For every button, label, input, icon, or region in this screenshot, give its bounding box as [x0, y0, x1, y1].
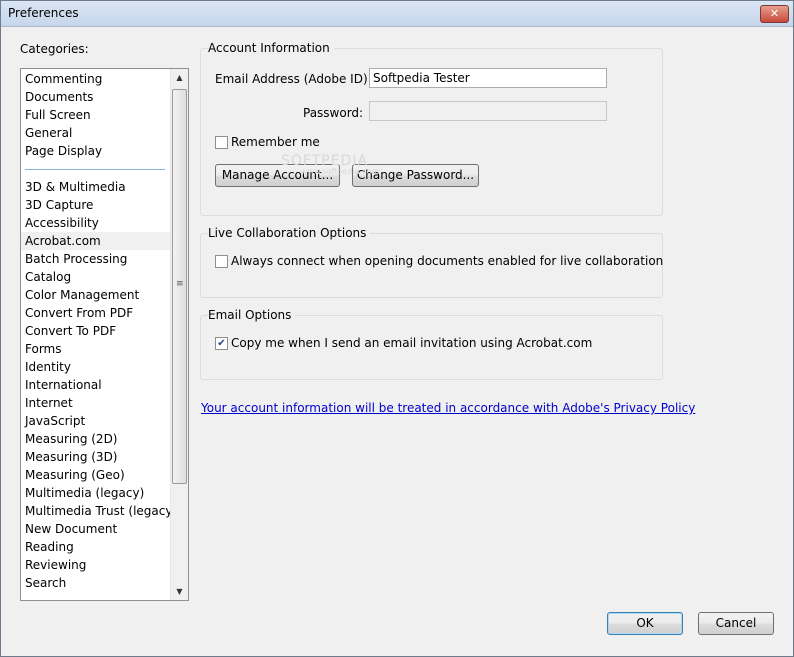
category-item[interactable]: 3D & Multimedia [25, 178, 126, 196]
category-item[interactable]: Catalog [25, 268, 71, 286]
cancel-button[interactable]: Cancel [698, 612, 774, 635]
category-item[interactable]: Measuring (3D) [25, 448, 118, 466]
account-information-heading: Account Information [208, 41, 334, 55]
preferences-dialog: Preferences ✕ Categories: Commenting Docu… [0, 0, 794, 657]
watermark-url: www.softpedia.com [301, 167, 380, 176]
category-item[interactable]: Color Management [25, 286, 139, 304]
category-item[interactable]: Acrobat.com [21, 232, 170, 250]
always-connect-label: Always connect when opening documents en… [231, 254, 664, 268]
category-separator [25, 169, 165, 170]
categories-scrollbar[interactable]: ▲ ≡ ▼ [170, 69, 188, 600]
scroll-up-button[interactable]: ▲ [171, 69, 188, 86]
scroll-down-button[interactable]: ▼ [171, 583, 188, 600]
category-item[interactable]: International [25, 376, 102, 394]
close-button[interactable]: ✕ [760, 5, 789, 23]
password-label: Password: [303, 106, 364, 120]
category-item[interactable]: Measuring (2D) [25, 430, 118, 448]
checkmark-icon: ✔ [217, 338, 226, 349]
window-title: Preferences [8, 6, 79, 20]
categories-label: Categories: [20, 42, 89, 56]
arrow-down-icon: ▼ [176, 587, 183, 596]
category-item[interactable]: JavaScript [25, 412, 85, 430]
scroll-thumb[interactable]: ≡ [172, 89, 187, 484]
grip-icon: ≡ [176, 279, 184, 289]
category-item[interactable]: Page Display [25, 142, 102, 160]
category-item[interactable]: Multimedia Trust (legacy) [25, 502, 177, 520]
password-input[interactable] [369, 101, 607, 121]
category-item[interactable]: Full Screen [25, 106, 91, 124]
title-bar[interactable]: Preferences ✕ [1, 1, 793, 27]
category-item[interactable]: Accessibility [25, 214, 99, 232]
arrow-up-icon: ▲ [176, 73, 183, 82]
privacy-policy-link[interactable]: Your account information will be treated… [201, 401, 695, 415]
category-item[interactable]: General [25, 124, 72, 142]
email-input[interactable] [369, 68, 607, 88]
category-item[interactable]: Reviewing [25, 556, 86, 574]
copy-me-label: Copy me when I send an email invitation … [231, 336, 593, 350]
category-item[interactable]: Search [25, 574, 66, 592]
category-item[interactable]: Forms [25, 340, 61, 358]
remember-me-label: Remember me [231, 135, 320, 149]
category-item[interactable]: Multimedia (legacy) [25, 484, 144, 502]
category-item[interactable]: Convert To PDF [25, 322, 116, 340]
remember-me-checkbox[interactable] [215, 136, 228, 149]
live-collaboration-heading: Live Collaboration Options [208, 226, 371, 240]
email-options-heading: Email Options [208, 308, 296, 322]
category-item[interactable]: Identity [25, 358, 71, 376]
category-item[interactable]: 3D Capture [25, 196, 93, 214]
category-item[interactable]: Documents [25, 88, 93, 106]
category-item[interactable]: Measuring (Geo) [25, 466, 125, 484]
category-item[interactable]: Commenting [25, 70, 102, 88]
email-label: Email Address (Adobe ID): [215, 72, 372, 86]
close-icon: ✕ [769, 7, 780, 20]
ok-button[interactable]: OK [607, 612, 683, 635]
category-item[interactable]: New Document [25, 520, 117, 538]
category-item[interactable]: Batch Processing [25, 250, 127, 268]
category-item[interactable]: Reading [25, 538, 74, 556]
category-item[interactable]: Convert From PDF [25, 304, 133, 322]
category-item[interactable]: Internet [25, 394, 73, 412]
categories-list[interactable]: Commenting Documents Full Screen General Pag… [20, 68, 189, 601]
always-connect-checkbox[interactable] [215, 255, 228, 268]
copy-me-checkbox[interactable]: ✔ [215, 337, 228, 350]
